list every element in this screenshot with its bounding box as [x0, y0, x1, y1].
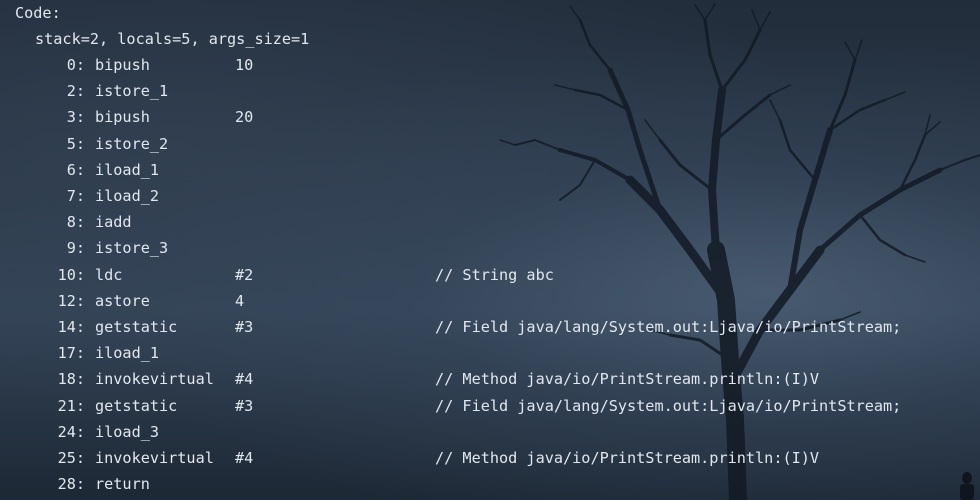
- instruction-opcode: bipush: [95, 56, 150, 74]
- instruction-row: 28: return: [0, 471, 980, 497]
- instruction-opcode: invokevirtual: [95, 370, 214, 389]
- instruction-offset: 24:: [57, 422, 85, 441]
- instruction-row: 10: ldc #2 // String abc: [0, 262, 980, 288]
- instruction-row: 14: getstatic #3 // Field java/lang/System.…: [0, 314, 980, 340]
- instruction-offset: 6:: [66, 160, 85, 179]
- instruction-operand: #3: [235, 396, 254, 415]
- instruction-offset: 17:: [57, 344, 85, 363]
- instruction-row: 18: invokevirtual #4 // Method java/io/Prin…: [0, 366, 980, 392]
- instruction-row: 21: getstatic #3 // Field java/lang/System.…: [0, 393, 980, 419]
- instruction-operand: #3: [235, 318, 254, 336]
- instruction-opcode: iload_1: [95, 344, 160, 363]
- instruction-opcode: istore_3: [95, 239, 169, 258]
- instruction-opcode: iload_1: [95, 160, 160, 179]
- instruction-offset: 9:: [66, 239, 85, 258]
- instruction-operand: #2: [235, 265, 254, 284]
- instruction-comment: // Method java/io/PrintStream.println:(I…: [435, 370, 820, 389]
- instruction-opcode: astore: [95, 291, 150, 310]
- instruction-opcode: istore_2: [95, 134, 169, 153]
- instruction-opcode: istore_1: [95, 82, 169, 101]
- instruction-offset: 12:: [57, 291, 85, 310]
- instruction-opcode: ldc: [95, 265, 123, 284]
- instruction-offset: 14:: [57, 318, 85, 336]
- instruction-opcode: getstatic: [95, 318, 178, 336]
- instruction-offset: 0:: [66, 56, 85, 74]
- instruction-opcode: getstatic: [95, 396, 178, 415]
- instruction-operand: #4: [235, 370, 254, 389]
- instruction-row: 24: iload_3: [0, 419, 980, 445]
- instruction-offset: 21:: [57, 396, 85, 415]
- instruction-operand: 10: [235, 56, 254, 74]
- instruction-opcode: invokevirtual: [95, 449, 214, 467]
- bytecode-terminal: Code: stack=2, locals=5, args_size=1 0: b…: [0, 0, 980, 500]
- instruction-opcode: return: [95, 475, 150, 494]
- instruction-offset: 10:: [57, 265, 85, 284]
- instruction-offset: 25:: [57, 449, 85, 467]
- instruction-offset: 2:: [66, 82, 85, 101]
- instruction-offset: 18:: [57, 370, 85, 389]
- instruction-row: 0: bipush 10: [0, 52, 980, 78]
- instruction-row: 8: iadd: [0, 209, 980, 235]
- instruction-row: 9: istore_3: [0, 235, 980, 261]
- instruction-row: 25: invokevirtual #4 // Method java/io/Prin…: [0, 445, 980, 471]
- instruction-offset: 3:: [66, 108, 85, 127]
- instruction-comment: // String abc: [435, 265, 554, 284]
- instruction-offset: 5:: [66, 134, 85, 153]
- instruction-offset: 8:: [66, 213, 85, 232]
- instruction-comment: // Field java/lang/System.out:Ljava/io/P…: [435, 396, 902, 415]
- stack-info-line: stack=2, locals=5, args_size=1: [35, 30, 310, 48]
- code-header: Code:: [15, 4, 61, 22]
- instruction-row: 5: istore_2: [0, 131, 980, 157]
- instruction-comment: // Method java/io/PrintStream.println:(I…: [435, 449, 820, 467]
- instruction-comment: // Field java/lang/System.out:Ljava/io/P…: [435, 318, 902, 336]
- instruction-offset: 28:: [57, 475, 85, 494]
- instruction-opcode: bipush: [95, 108, 150, 127]
- instruction-offset: 7:: [66, 187, 85, 205]
- instruction-row: 17: iload_1: [0, 340, 980, 366]
- instruction-row: 3: bipush 20: [0, 104, 980, 130]
- instruction-opcode: iload_2: [95, 187, 160, 205]
- instruction-opcode: iadd: [95, 213, 132, 232]
- instruction-operand: #4: [235, 449, 254, 467]
- instruction-operand: 20: [235, 108, 254, 127]
- instruction-opcode: iload_3: [95, 422, 160, 441]
- instruction-row: 12: astore 4: [0, 288, 980, 314]
- instruction-row: 6: iload_1: [0, 157, 980, 183]
- instruction-operand: 4: [235, 291, 245, 310]
- instruction-row: 2: istore_1: [0, 78, 980, 104]
- instruction-row: 7: iload_2: [0, 183, 980, 209]
